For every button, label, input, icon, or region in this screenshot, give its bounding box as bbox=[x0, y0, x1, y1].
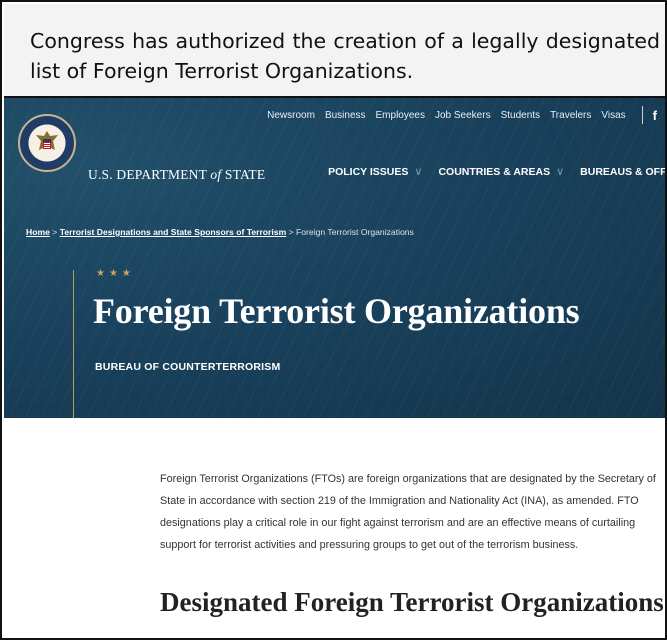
breadcrumb-separator: > bbox=[52, 227, 58, 237]
utility-link-travelers[interactable]: Travelers bbox=[550, 110, 591, 121]
utility-divider bbox=[641, 106, 643, 124]
utility-link-students[interactable]: Students bbox=[501, 110, 540, 121]
utility-link-visas[interactable]: Visas bbox=[601, 110, 625, 121]
utility-link-job-seekers[interactable]: Job Seekers bbox=[435, 110, 491, 121]
caption-text: Congress has authorized the creation of … bbox=[30, 29, 660, 83]
caption-box: Congress has authorized the creation of … bbox=[4, 4, 665, 98]
nav-label: BUREAUS & OFFICES bbox=[580, 165, 667, 178]
main-nav: POLICY ISSUES ∨ COUNTRIES & AREAS ∨ BURE… bbox=[328, 165, 667, 179]
eagle-icon bbox=[36, 131, 58, 150]
nav-label: POLICY ISSUES bbox=[328, 165, 409, 178]
chevron-down-icon: ∨ bbox=[414, 166, 423, 178]
utility-link-business[interactable]: Business bbox=[325, 110, 366, 121]
main-content: Foreign Terrorist Organizations (FTOs) a… bbox=[4, 418, 665, 638]
utility-link-employees[interactable]: Employees bbox=[376, 110, 425, 121]
department-seal-icon[interactable] bbox=[18, 114, 76, 172]
wordmark-suffix: STATE bbox=[224, 167, 266, 182]
utility-nav: Newsroom Business Employees Job Seekers … bbox=[267, 106, 657, 124]
nav-countries-areas[interactable]: COUNTRIES & AREAS ∨ bbox=[438, 165, 565, 179]
wordmark-prefix: U.S. DEPARTMENT bbox=[88, 167, 207, 182]
stars-icon: ★★★ bbox=[96, 268, 135, 279]
nav-label: COUNTRIES & AREAS bbox=[438, 165, 551, 178]
hero-accent-line bbox=[73, 270, 74, 418]
nav-bureaus-offices[interactable]: BUREAUS & OFFICES bbox=[580, 165, 667, 178]
bureau-label[interactable]: BUREAU OF COUNTERTERRORISM bbox=[95, 361, 280, 373]
breadcrumb: Home > Terrorist Designations and State … bbox=[26, 227, 414, 237]
site-header-hero: Newsroom Business Employees Job Seekers … bbox=[4, 98, 667, 418]
chevron-down-icon: ∨ bbox=[556, 166, 565, 178]
utility-link-newsroom[interactable]: Newsroom bbox=[267, 110, 315, 121]
section-heading: Designated Foreign Terrorist Organizatio… bbox=[160, 587, 664, 617]
breadcrumb-separator: > bbox=[288, 227, 294, 237]
nav-policy-issues[interactable]: POLICY ISSUES ∨ bbox=[328, 165, 423, 179]
wordmark-of: of bbox=[210, 167, 222, 182]
page-title: Foreign Terrorist Organizations bbox=[93, 291, 580, 331]
screenshot-frame: Congress has authorized the creation of … bbox=[0, 0, 667, 640]
intro-paragraph: Foreign Terrorist Organizations (FTOs) a… bbox=[160, 473, 656, 551]
breadcrumb-parent[interactable]: Terrorist Designations and State Sponsor… bbox=[60, 227, 287, 237]
department-wordmark[interactable]: U.S. DEPARTMENT of STATE bbox=[88, 167, 265, 183]
breadcrumb-current: Foreign Terrorist Organizations bbox=[296, 227, 414, 237]
breadcrumb-home[interactable]: Home bbox=[26, 227, 50, 237]
facebook-icon[interactable]: f bbox=[653, 108, 657, 123]
